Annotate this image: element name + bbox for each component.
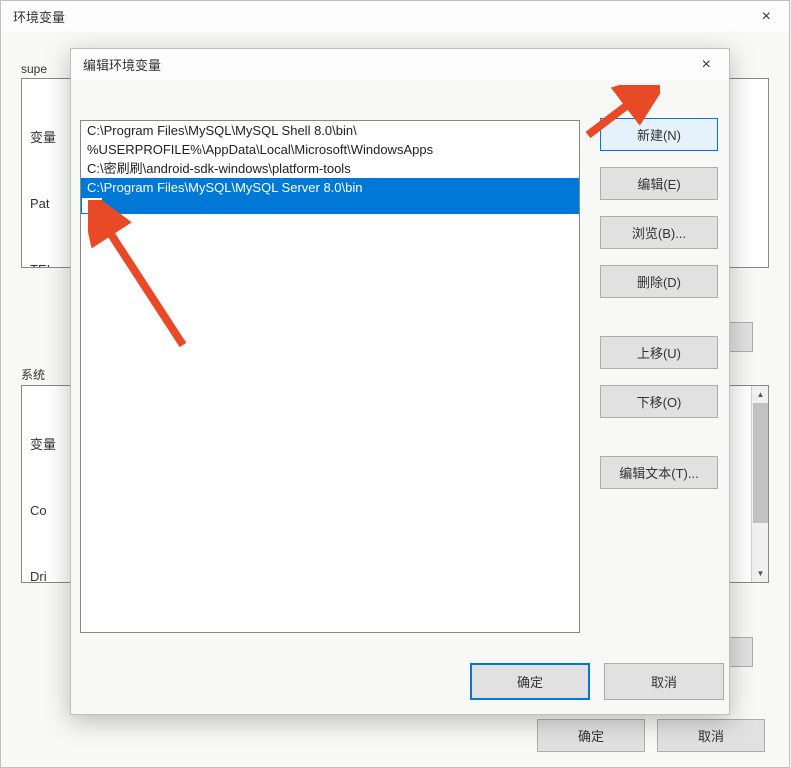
scroll-thumb[interactable] (753, 403, 768, 523)
movedown-button[interactable]: 下移(O) (600, 385, 718, 418)
close-icon[interactable]: × (754, 8, 779, 26)
edit-env-titlebar: 编辑环境变量 × (71, 49, 729, 80)
cancel-button[interactable]: 取消 (604, 663, 724, 700)
env-ok-button[interactable]: 确定 (537, 719, 645, 752)
edit-button[interactable]: 编辑(E) (600, 167, 718, 200)
path-row[interactable]: C:\密刷刷\android-sdk-windows\platform-tool… (81, 159, 579, 178)
scroll-down-icon[interactable]: ▼ (752, 565, 769, 582)
path-row-editing[interactable] (81, 197, 579, 214)
delete-button[interactable]: 删除(D) (600, 265, 718, 298)
path-list[interactable]: C:\Program Files\MySQL\MySQL Shell 8.0\b… (80, 120, 580, 633)
close-icon[interactable]: × (694, 56, 719, 74)
edit-env-buttons: 新建(N) 编辑(E) 浏览(B)... 删除(D) 上移(U) 下移(O) 编… (600, 118, 720, 489)
path-row[interactable]: %USERPROFILE%\AppData\Local\Microsoft\Wi… (81, 140, 579, 159)
edittext-button[interactable]: 编辑文本(T)... (600, 456, 718, 489)
ok-button[interactable]: 确定 (470, 663, 590, 700)
path-row[interactable]: C:\Program Files\MySQL\MySQL Shell 8.0\b… (81, 121, 579, 140)
moveup-button[interactable]: 上移(U) (600, 336, 718, 369)
env-vars-bottom-row: 确定 取消 (537, 719, 765, 752)
browse-button[interactable]: 浏览(B)... (600, 216, 718, 249)
env-vars-titlebar: 环境变量 × (1, 1, 789, 32)
edit-env-title: 编辑环境变量 (83, 55, 161, 74)
new-button[interactable]: 新建(N) (600, 118, 718, 151)
scrollbar[interactable]: ▲ ▼ (751, 386, 768, 582)
path-row-selected[interactable]: C:\Program Files\MySQL\MySQL Server 8.0\… (81, 178, 579, 197)
env-cancel-button[interactable]: 取消 (657, 719, 765, 752)
env-vars-title: 环境变量 (13, 7, 65, 26)
scroll-up-icon[interactable]: ▲ (752, 386, 769, 403)
edit-env-bottom-row: 确定 取消 (470, 663, 724, 700)
path-edit-input[interactable] (81, 197, 103, 214)
